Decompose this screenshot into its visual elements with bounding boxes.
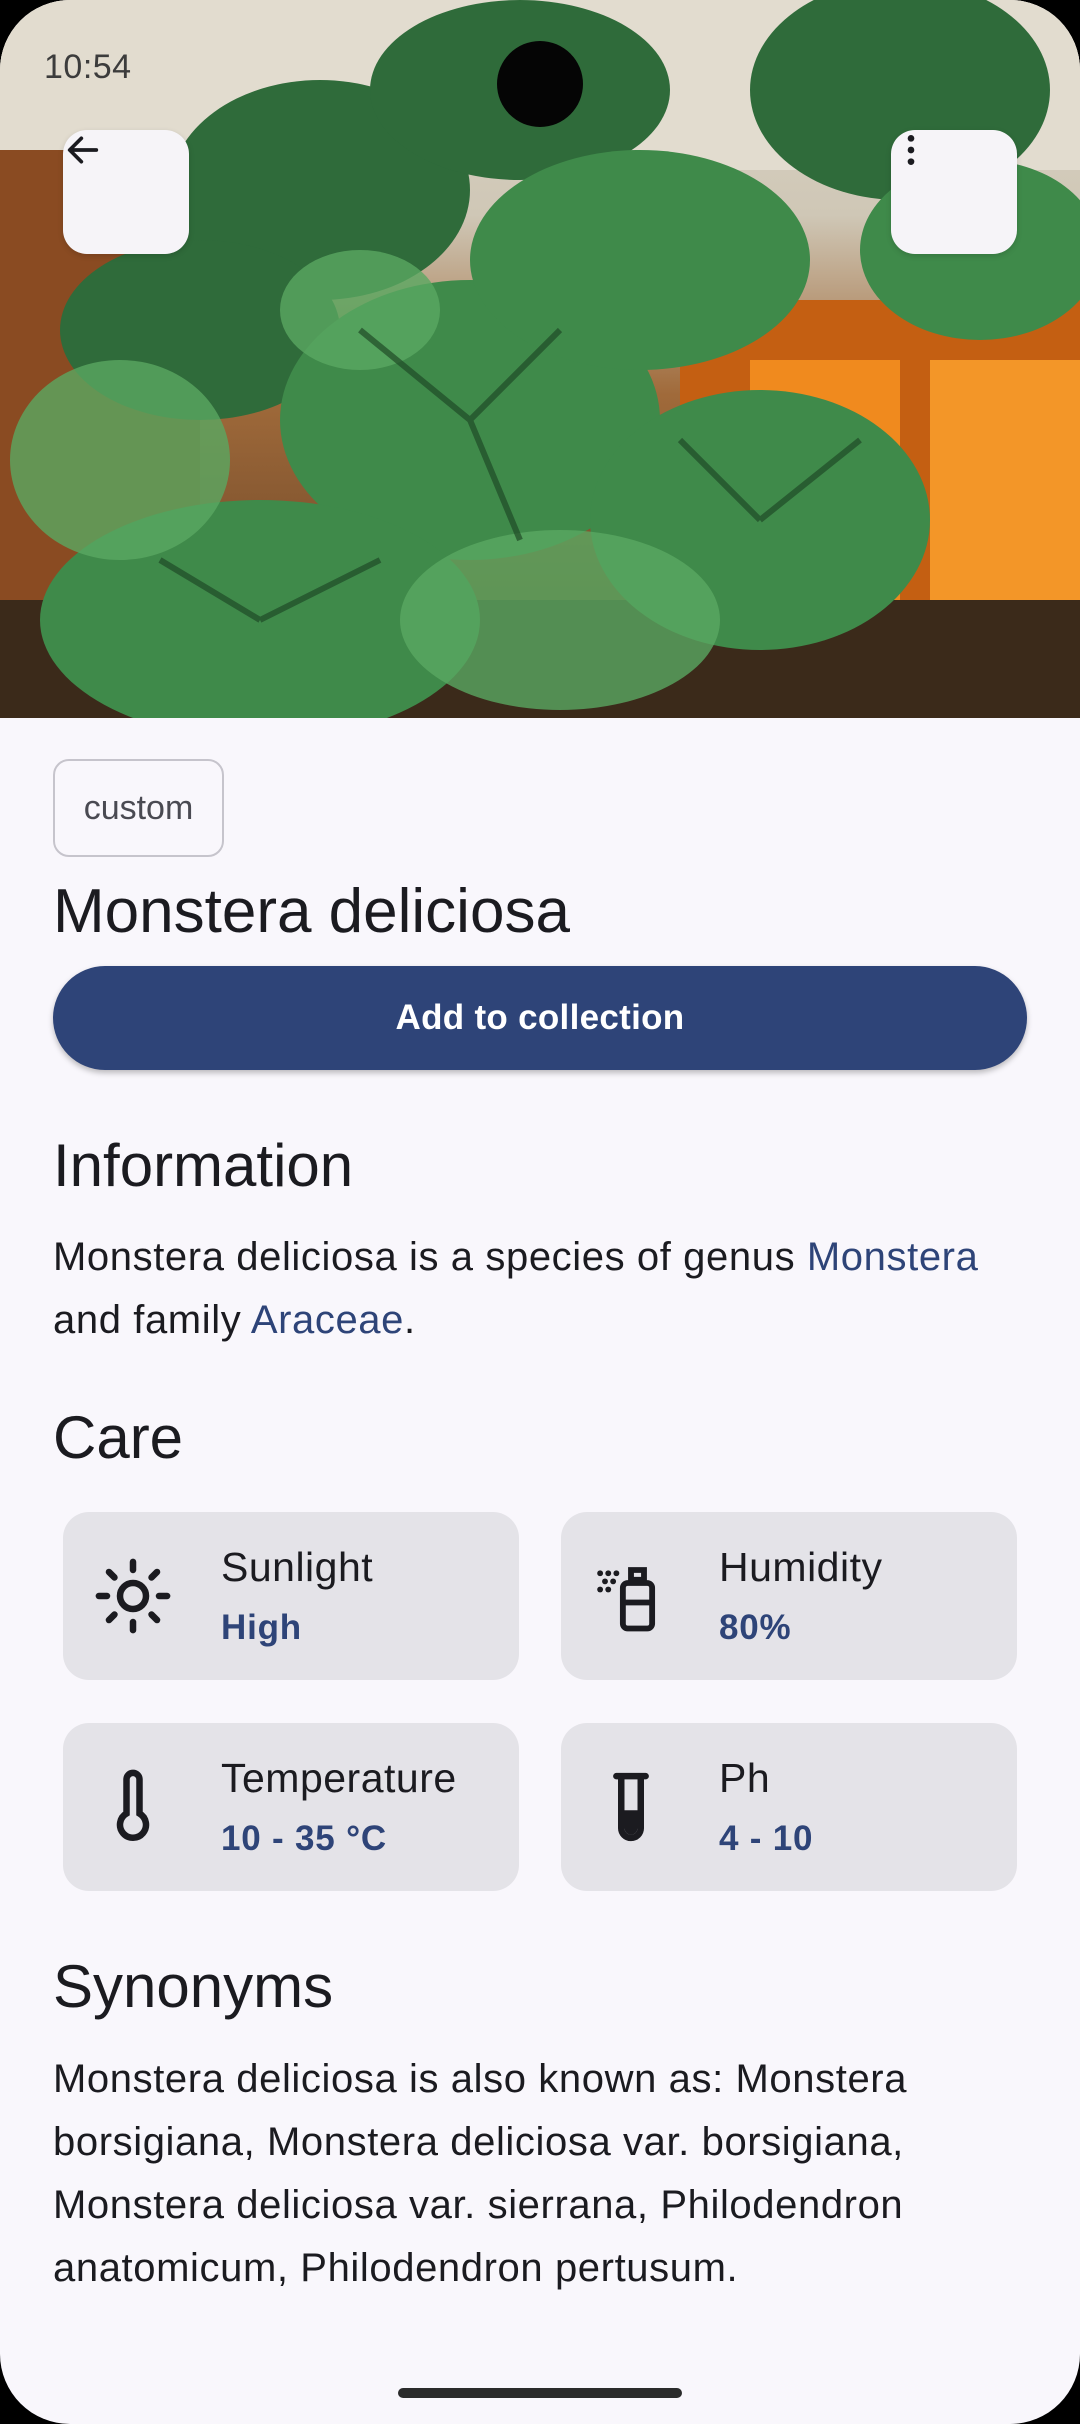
sun-icon [85, 1548, 181, 1644]
information-text: Monstera deliciosa is a species of genus… [53, 1226, 1043, 1352]
care-card-ph[interactable]: Ph 4 - 10 [561, 1723, 1017, 1891]
thermometer-icon [85, 1759, 181, 1855]
add-to-collection-button[interactable]: Add to collection [53, 966, 1027, 1070]
care-value-sunlight: High [221, 1608, 302, 1647]
information-prefix: Monstera deliciosa is a species of genus [53, 1235, 807, 1279]
care-label-ph: Ph [719, 1755, 771, 1801]
information-heading: Information [53, 1132, 354, 1199]
care-label-temperature: Temperature [221, 1755, 457, 1801]
status-bar-time: 10:54 [44, 48, 132, 86]
home-indicator[interactable] [398, 2388, 682, 2398]
care-heading: Care [53, 1404, 184, 1471]
arrow-left-icon [67, 136, 99, 164]
plant-detail-screen: 10:54 custom Monstera deliciosa Add to c… [0, 0, 1080, 2424]
more-options-button[interactable] [891, 130, 1017, 254]
care-card-temperature[interactable]: Temperature 10 - 35 °C [63, 1723, 519, 1891]
spray-bottle-icon [583, 1548, 679, 1644]
synonyms-text: Monstera deliciosa is also known as: Mon… [53, 2057, 908, 2290]
source-tag-chip: custom [53, 759, 224, 857]
care-label-sunlight: Sunlight [221, 1544, 374, 1590]
back-button[interactable] [63, 130, 189, 254]
test-tube-icon [583, 1759, 679, 1855]
care-label-humidity: Humidity [719, 1544, 883, 1590]
information-suffix: . [404, 1298, 416, 1342]
care-value-humidity: 80% [719, 1608, 792, 1647]
care-value-ph: 4 - 10 [719, 1819, 814, 1858]
more-vertical-icon [907, 135, 915, 165]
care-card-sunlight[interactable]: Sunlight High [63, 1512, 519, 1680]
synonyms-heading: Synonyms [53, 1953, 334, 2020]
genus-link[interactable]: Monstera [807, 1235, 979, 1279]
plant-photo: 10:54 [0, 0, 1080, 718]
camera-cutout [497, 41, 583, 127]
family-link[interactable]: Araceae [251, 1298, 404, 1342]
information-middle: and family [53, 1298, 251, 1342]
care-card-humidity[interactable]: Humidity 80% [561, 1512, 1017, 1680]
care-value-temperature: 10 - 35 °C [221, 1819, 387, 1858]
plant-name-title: Monstera deliciosa [53, 877, 570, 946]
